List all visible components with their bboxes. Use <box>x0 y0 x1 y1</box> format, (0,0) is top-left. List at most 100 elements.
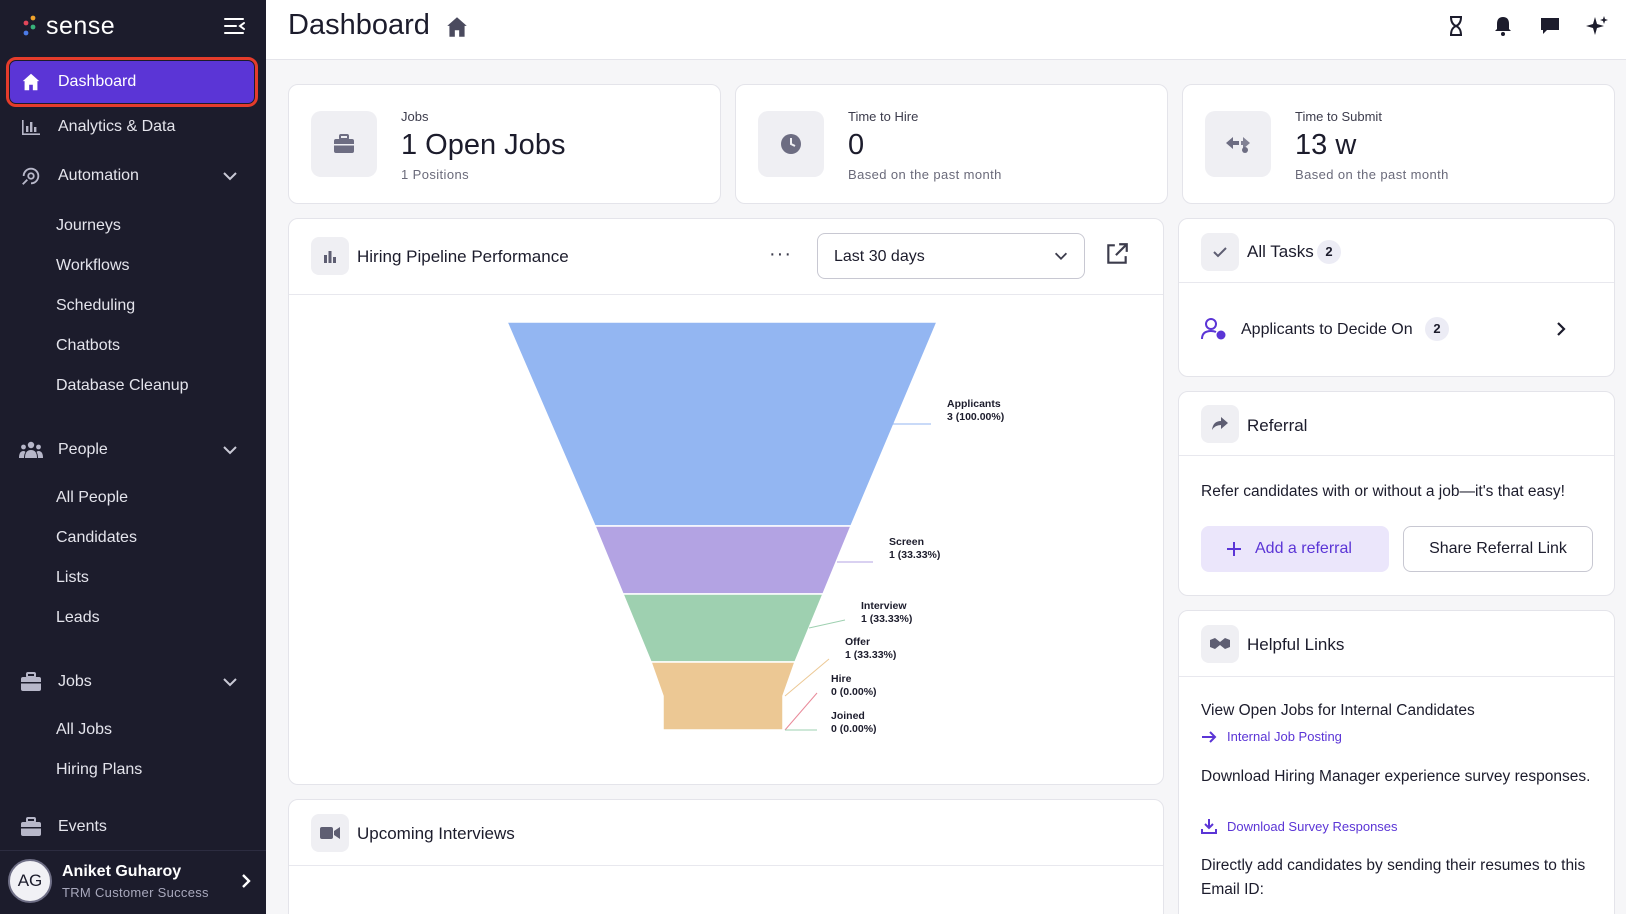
user-role: TRM Customer Success <box>62 885 209 900</box>
stat-label: Time to Hire <box>848 109 919 124</box>
handshake-icon <box>1205 111 1271 177</box>
stat-label: Jobs <box>401 109 429 124</box>
stat-label: Time to Submit <box>1295 109 1382 124</box>
automation-icon <box>18 164 44 188</box>
share-referral-link-button[interactable]: Share Referral Link <box>1403 526 1593 572</box>
tasks-row-applicants[interactable]: Applicants to Decide On 2 <box>1179 283 1616 377</box>
page-title: Dashboard <box>288 9 430 41</box>
tasks-title[interactable]: All Tasks <box>1247 242 1314 262</box>
sidebar-item-label: Analytics & Data <box>58 118 176 135</box>
sidebar: sense Dashboard Analytics & Data Automat… <box>0 0 266 914</box>
brand-name: sense <box>46 11 116 40</box>
interviews-header: Upcoming Interviews <box>289 800 1163 866</box>
external-link-icon[interactable] <box>1104 241 1130 267</box>
segment-label-value: 1 (33.33%) <box>845 649 896 661</box>
sidebar-subitem-all-people[interactable]: All People <box>56 489 128 507</box>
sidebar-subitem-database-cleanup[interactable]: Database Cleanup <box>56 377 189 395</box>
check-icon <box>1201 233 1239 271</box>
helpful-heading-3: Directly add candidates by sending their… <box>1201 857 1586 898</box>
download-survey-link[interactable]: Download Survey Responses <box>1201 818 1398 834</box>
briefcase-icon <box>18 815 44 839</box>
add-referral-label: Add a referral <box>1255 540 1352 557</box>
referral-text: Refer candidates with or without a job—i… <box>1201 483 1565 500</box>
helpful-links-title: Helpful Links <box>1247 635 1345 654</box>
stat-sub: Based on the past month <box>1295 167 1449 182</box>
sidebar-subitem-workflows[interactable]: Workflows <box>56 257 130 275</box>
sidebar-item-dashboard[interactable]: Dashboard <box>6 57 258 107</box>
clock-icon <box>758 111 824 177</box>
stat-sub: 1 Positions <box>401 167 469 182</box>
chat-icon[interactable] <box>1538 14 1562 38</box>
segment-label-value: 3 (100.00%) <box>947 411 1004 423</box>
bar-chart-icon <box>18 115 44 139</box>
sidebar-subitem-chatbots[interactable]: Chatbots <box>56 337 120 355</box>
sidebar-item-label: Dashboard <box>58 73 137 90</box>
sparkle-icon[interactable] <box>1585 14 1609 38</box>
referral-header: Referral <box>1179 392 1614 456</box>
sidebar-item-label: People <box>58 441 108 458</box>
home-icon <box>18 70 44 94</box>
sidebar-item-jobs[interactable]: Jobs <box>10 661 254 703</box>
link-label: Download Survey Responses <box>1227 818 1398 834</box>
link-label: Internal Job Posting <box>1227 729 1342 744</box>
chevron-down-icon[interactable] <box>220 166 240 186</box>
segment-label-name: Interview <box>861 600 907 612</box>
chevron-down-icon <box>1054 252 1068 260</box>
date-range-select[interactable]: Last 30 days <box>817 233 1085 279</box>
funnel-segment-screen[interactable] <box>593 525 853 595</box>
tasks-header: All Tasks 2 <box>1179 219 1614 283</box>
hourglass-icon[interactable] <box>1444 14 1468 38</box>
user-profile[interactable]: AG Aniket Guharoy TRM Customer Success <box>0 850 266 914</box>
funnel-segment-offer[interactable] <box>649 661 797 731</box>
sidebar-subitem-scheduling[interactable]: Scheduling <box>56 297 135 315</box>
referral-title: Referral <box>1247 416 1308 435</box>
top-bar: Dashboard <box>266 0 1626 60</box>
stat-value: 1 Open Jobs <box>401 129 566 161</box>
chevron-down-icon[interactable] <box>220 440 240 460</box>
sidebar-item-analytics[interactable]: Analytics & Data <box>10 106 254 148</box>
sidebar-subitem-lists[interactable]: Lists <box>56 569 89 587</box>
helpful-heading-1: View Open Jobs for Internal Candidates <box>1201 702 1475 719</box>
interviews-title: Upcoming Interviews <box>357 824 515 843</box>
pipeline-title: Hiring Pipeline Performance <box>357 247 569 266</box>
sidebar-subitem-candidates[interactable]: Candidates <box>56 529 137 547</box>
bell-icon[interactable] <box>1491 14 1515 38</box>
stat-card-time-to-hire[interactable]: Time to Hire 0 Based on the past month <box>735 84 1168 204</box>
segment-label-value: 1 (33.33%) <box>889 549 940 561</box>
sidebar-subitem-hiring-plans[interactable]: Hiring Plans <box>56 761 142 779</box>
sidebar-item-automation[interactable]: Automation <box>10 155 254 197</box>
more-options-button[interactable]: ··· <box>769 243 792 266</box>
pipeline-card: Hiring Pipeline Performance ··· Last 30 … <box>288 218 1164 785</box>
referral-card: Referral Refer candidates with or withou… <box>1178 391 1615 596</box>
stat-card-jobs[interactable]: Jobs 1 Open Jobs 1 Positions <box>288 84 721 204</box>
avatar: AG <box>8 859 52 903</box>
briefcase-icon <box>18 670 44 694</box>
tasks-count-badge: 2 <box>1317 240 1341 264</box>
sidebar-subitem-journeys[interactable]: Journeys <box>56 217 121 235</box>
sidebar-item-label: Events <box>58 818 107 835</box>
add-referral-button[interactable]: Add a referral <box>1201 526 1389 572</box>
stat-sub: Based on the past month <box>848 167 1002 182</box>
home-icon <box>447 17 467 37</box>
stat-value: 0 <box>848 129 865 161</box>
collapse-sidebar-icon[interactable] <box>222 14 248 38</box>
brand[interactable]: sense <box>22 10 115 42</box>
funnel-segment-applicants[interactable] <box>505 321 939 527</box>
helpful-heading-2: Download Hiring Manager experience surve… <box>1201 768 1591 785</box>
segment-label-name: Applicants <box>947 398 1001 410</box>
stat-card-time-to-submit[interactable]: Time to Submit 13 w Based on the past mo… <box>1182 84 1615 204</box>
tasks-card: All Tasks 2 Applicants to Decide On 2 <box>1178 218 1615 377</box>
sidebar-item-label: Jobs <box>58 673 92 690</box>
chevron-down-icon[interactable] <box>220 672 240 692</box>
funnel-segment-interview[interactable] <box>621 593 825 663</box>
internal-job-posting-link[interactable]: Internal Job Posting <box>1201 729 1342 744</box>
sidebar-item-people[interactable]: People <box>10 429 254 471</box>
label-connector <box>784 692 818 731</box>
sidebar-subitem-leads[interactable]: Leads <box>56 609 100 627</box>
bar-chart-icon <box>311 237 349 275</box>
helpful-links-header: Helpful Links <box>1179 611 1614 677</box>
helpful-links-card: Helpful Links View Open Jobs for Interna… <box>1178 610 1615 914</box>
sidebar-item-events[interactable]: Events <box>10 806 254 848</box>
chevron-right-icon[interactable] <box>236 871 256 891</box>
sidebar-subitem-all-jobs[interactable]: All Jobs <box>56 721 112 739</box>
